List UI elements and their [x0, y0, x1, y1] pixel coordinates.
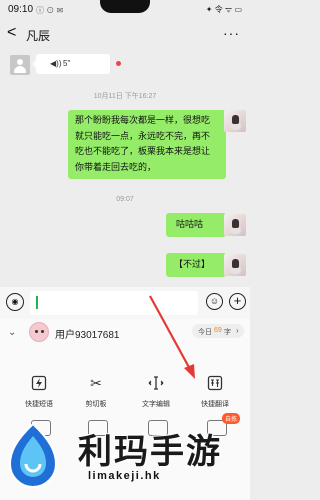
watermark: 利玛手游 limakeji.hk [0, 418, 250, 500]
watermark-text: 利玛手游 [78, 433, 222, 471]
watermark-logo [8, 422, 58, 488]
watermark-domain: limakeji.hk [88, 470, 161, 482]
